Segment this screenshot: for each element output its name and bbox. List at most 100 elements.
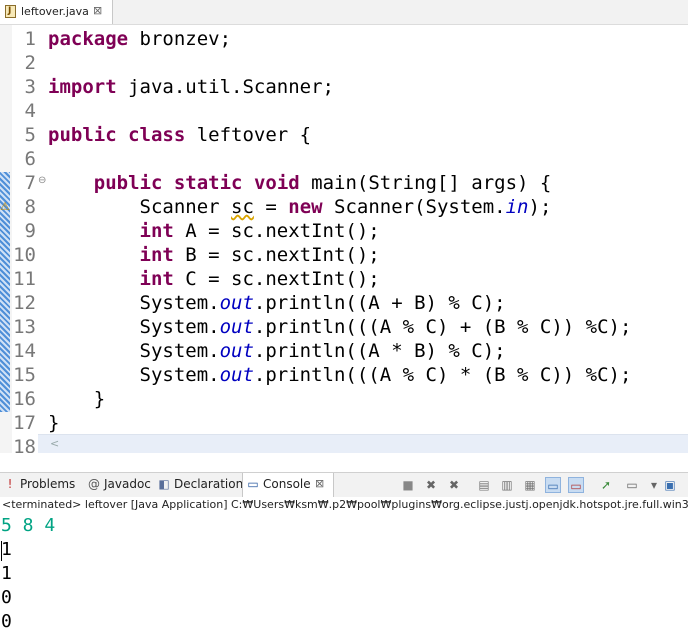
line-number: 5: [24, 124, 36, 146]
code-field: out: [219, 340, 254, 362]
horizontal-scrollbar[interactable]: <: [38, 434, 688, 453]
code-line[interactable]: System.out.println((A * B) % C);: [48, 339, 506, 363]
code-line[interactable]: import java.util.Scanner;: [48, 75, 334, 99]
console-process-label: <terminated> leftover [Java Application]…: [2, 498, 688, 511]
view-tab-bar: ! Problems @ Javadoc ◧ Declaration ▭ Con…: [0, 472, 688, 498]
code-token: sc: [231, 196, 254, 218]
change-ruler: [0, 25, 12, 453]
line-number: 1: [24, 28, 36, 50]
tab-declaration-label: Declaration: [174, 477, 244, 491]
clear-console-icon[interactable]: ▤: [476, 477, 492, 493]
show-on-stderr-icon[interactable]: ▭: [568, 477, 584, 493]
code-keyword: public: [93, 172, 163, 194]
close-console-icon[interactable]: ⊠: [315, 477, 324, 490]
code-token: B = sc.nextInt();: [173, 244, 380, 266]
word-wrap-icon[interactable]: ▦: [522, 477, 538, 493]
editor-tab-label: leftover.java: [21, 5, 89, 18]
tab-console[interactable]: ▭ Console ⊠: [242, 473, 334, 497]
code-token: leftover {: [185, 124, 312, 146]
console-status-line: <terminated> leftover [Java Application]…: [0, 497, 688, 514]
code-field: out: [219, 316, 254, 338]
code-line[interactable]: System.out.println(((A % C) + (B % C)) %…: [48, 315, 632, 339]
code-keyword: new: [288, 196, 323, 218]
text-caret: [1, 541, 2, 561]
code-line[interactable]: System.out.println((A + B) % C);: [48, 291, 506, 315]
code-token: }: [48, 388, 106, 410]
code-token: System.: [48, 364, 220, 386]
line-number: 13: [13, 316, 36, 338]
line-number: 18: [13, 436, 36, 453]
code-line[interactable]: int A = sc.nextInt();: [48, 219, 380, 243]
line-number: 17: [13, 412, 36, 434]
fold-toggle-icon[interactable]: ⊖: [38, 175, 46, 186]
code-line[interactable]: public class leftover {: [48, 123, 311, 147]
display-console-icon[interactable]: ▭: [624, 477, 640, 493]
code-line[interactable]: }: [48, 387, 105, 411]
tab-console-label: Console: [263, 477, 311, 491]
code-line[interactable]: System.out.println(((A % C) * (B % C)) %…: [48, 363, 632, 387]
pin-console-icon[interactable]: ➚: [598, 477, 614, 493]
open-console-dropdown-icon[interactable]: ▾: [646, 477, 662, 493]
code-token: main(String[] args) {: [299, 172, 552, 194]
code-line[interactable]: package bronzev;: [48, 27, 231, 51]
line-number: 6: [24, 148, 36, 170]
tab-declaration[interactable]: ◧ Declaration: [154, 473, 243, 497]
code-token: java.util.Scanner;: [116, 76, 334, 98]
line-number: 10: [13, 244, 36, 266]
code-token: .println((A + B) % C);: [253, 292, 506, 314]
code-token: );: [528, 196, 552, 218]
scroll-lock-icon[interactable]: ▥: [499, 477, 515, 493]
code-token: A = sc.nextInt();: [173, 220, 380, 242]
code-token: System.: [48, 292, 220, 314]
code-line[interactable]: int C = sc.nextInt();: [48, 267, 380, 291]
remove-launch-icon[interactable]: ✖: [423, 477, 439, 493]
remove-all-launches-icon[interactable]: ✖: [446, 477, 462, 493]
close-tab-icon[interactable]: ⊠: [93, 4, 102, 17]
line-number: 8: [24, 196, 36, 218]
terminate-icon[interactable]: ■: [400, 477, 416, 493]
code-token: C = sc.nextInt();: [173, 268, 380, 290]
code-line[interactable]: int B = sc.nextInt();: [48, 243, 380, 267]
code-keyword: public: [48, 124, 117, 146]
code-token: .println(((A % C) * (B % C)) %C);: [253, 364, 632, 386]
warning-icon[interactable]: ⚠: [0, 200, 12, 213]
line-number: 3: [24, 76, 36, 98]
code-keyword: int: [139, 220, 174, 242]
line-number: 9: [24, 220, 36, 242]
console-output-line: 1: [1, 563, 12, 584]
new-console-icon[interactable]: ▣: [662, 477, 678, 493]
code-token: System.: [48, 340, 220, 362]
console-output-line: 0: [1, 611, 12, 632]
code-line[interactable]: Scanner sc = new Scanner(System.in);: [48, 195, 552, 219]
tab-javadoc[interactable]: @ Javadoc: [84, 473, 151, 497]
code-keyword: int: [139, 244, 174, 266]
code-token: Scanner: [48, 196, 232, 218]
line-number: 16: [13, 388, 36, 410]
tab-problems-label: Problems: [20, 477, 76, 491]
code-editor[interactable]: ⚠ 1 2 3 4 5 6 7 8 9 10 11 12 13 14 15 16 17 18 ⊖ package …: [0, 25, 688, 453]
code-field: out: [219, 292, 254, 314]
line-number: 4: [24, 100, 36, 122]
java-file-icon: [5, 5, 16, 18]
code-line[interactable]: }: [48, 411, 59, 435]
line-number: 7: [24, 172, 36, 194]
scroll-left-icon[interactable]: <: [50, 437, 59, 450]
code-line[interactable]: public static void main(String[] args) {: [48, 171, 552, 195]
line-number: 14: [13, 340, 36, 362]
problems-icon: !: [7, 477, 13, 491]
code-keyword: int: [139, 268, 174, 290]
console-output-area[interactable]: 5 8 4 1 1 0 0: [0, 514, 688, 637]
declaration-icon: ◧: [158, 477, 170, 491]
code-token: .println((A * B) % C);: [253, 340, 506, 362]
code-keyword: void: [253, 172, 300, 194]
code-token: bronzev;: [128, 28, 232, 50]
editor-tab-leftover[interactable]: leftover.java ⊠: [0, 0, 113, 24]
code-field: in: [505, 196, 529, 218]
code-token: =: [253, 196, 289, 218]
line-number: 11: [13, 268, 36, 290]
tab-problems[interactable]: ! Problems: [0, 473, 78, 497]
show-on-stdout-icon[interactable]: ▭: [545, 477, 561, 493]
